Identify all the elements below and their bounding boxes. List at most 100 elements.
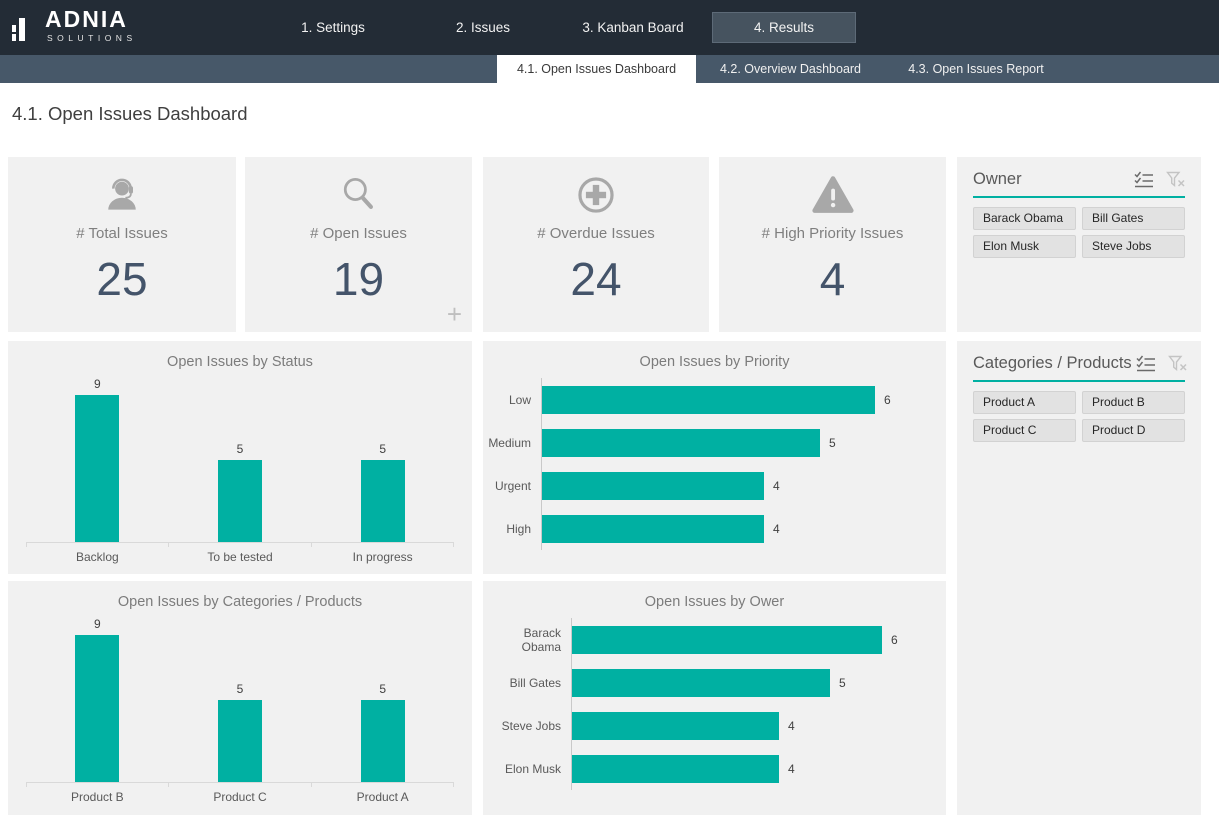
bar-value-label: 5 bbox=[839, 676, 846, 690]
category-label: Medium bbox=[483, 436, 541, 450]
slicer-button[interactable]: Barack Obama bbox=[973, 207, 1076, 230]
chart-row: Elon Musk 4 bbox=[483, 747, 946, 790]
kpi-card-high-priority-issues: # High Priority Issues 4 bbox=[719, 157, 946, 332]
kpi-label: # Overdue Issues bbox=[537, 225, 655, 242]
kpi-card-total-issues: # Total Issues 25 bbox=[8, 157, 236, 332]
slicer-categories-buttons: Product A Product B Product C Product D bbox=[973, 391, 1185, 442]
kpi-card-overdue-issues: # Overdue Issues 24 bbox=[483, 157, 709, 332]
adnia-logo: ADNIA SOLUTIONS bbox=[12, 7, 137, 43]
kpi-card-open-issues: # Open Issues 19 + bbox=[245, 157, 472, 332]
axis-tick bbox=[169, 783, 311, 787]
bar-track: 4 bbox=[571, 704, 946, 747]
chart-panel-owner: Open Issues by Ower Barack Obama6Bill Ga… bbox=[483, 581, 946, 815]
chart-row: Barack Obama6 bbox=[483, 618, 946, 661]
bar-track: 4 bbox=[541, 464, 946, 507]
chart-column: 5 bbox=[311, 682, 454, 782]
bar-chart-open-issues-by-owner: Barack Obama6Bill Gates5Steve Jobs4Elon … bbox=[483, 618, 946, 790]
chart-row: Urgent 4 bbox=[483, 464, 946, 507]
bar bbox=[542, 429, 820, 457]
bar bbox=[572, 626, 882, 654]
tab-open-issues-dashboard[interactable]: 4.1. Open Issues Dashboard bbox=[497, 55, 696, 83]
kpi-value: 19 bbox=[333, 252, 384, 306]
slicer-accent-line bbox=[973, 380, 1185, 382]
slicer-button[interactable]: Bill Gates bbox=[1082, 207, 1185, 230]
main-nav: 1. Settings 2. Issues 3. Kanban Board 4.… bbox=[258, 0, 860, 55]
axis-tick bbox=[312, 543, 454, 547]
bar bbox=[361, 700, 405, 782]
bar-value-label: 9 bbox=[94, 617, 101, 631]
category-label: Low bbox=[483, 393, 541, 407]
support-person-icon bbox=[100, 173, 144, 217]
bar-track: 6 bbox=[571, 618, 946, 661]
bar bbox=[572, 712, 779, 740]
axis-tick bbox=[26, 543, 169, 547]
plus-circle-icon bbox=[574, 173, 618, 217]
plot-area: 9 5 5 bbox=[26, 614, 454, 782]
column-chart-open-issues-by-status: 955BacklogTo be testedIn progress bbox=[8, 374, 472, 564]
bar-value-label: 6 bbox=[891, 633, 898, 647]
bar bbox=[218, 700, 262, 782]
nav-settings[interactable]: 1. Settings bbox=[258, 0, 408, 55]
multi-select-icon[interactable] bbox=[1136, 355, 1156, 372]
nav-issues[interactable]: 2. Issues bbox=[408, 0, 558, 55]
multi-select-icon[interactable] bbox=[1134, 171, 1154, 188]
plus-cursor-glyph: + bbox=[447, 299, 462, 330]
tab-open-issues-report[interactable]: 4.3. Open Issues Report bbox=[885, 55, 1067, 83]
category-labels: Product BProduct CProduct A bbox=[26, 790, 454, 804]
kpi-label: # Open Issues bbox=[310, 225, 407, 242]
category-label: High bbox=[483, 522, 541, 536]
magnifier-icon bbox=[337, 173, 381, 217]
slicer-button[interactable]: Product D bbox=[1082, 419, 1185, 442]
axis-ticks bbox=[26, 783, 454, 787]
clear-filter-icon[interactable] bbox=[1166, 171, 1185, 188]
slicer-button[interactable]: Steve Jobs bbox=[1082, 235, 1185, 258]
slicer-owner: Owner Barack ObamaBill GatesElon MuskSte… bbox=[957, 157, 1201, 332]
nav-kanban-board[interactable]: 3. Kanban Board bbox=[558, 0, 708, 55]
bar bbox=[75, 635, 119, 782]
tab-overview-dashboard[interactable]: 4.2. Overview Dashboard bbox=[696, 55, 885, 83]
chart-panel-status: Open Issues by Status 955BacklogTo be te… bbox=[8, 341, 472, 574]
clear-filter-icon[interactable] bbox=[1168, 355, 1187, 372]
bar-value-label: 4 bbox=[773, 522, 780, 536]
bar-value-label: 5 bbox=[379, 682, 386, 696]
category-label: Urgent bbox=[483, 479, 541, 493]
bar bbox=[75, 395, 119, 542]
slicer-button[interactable]: Product B bbox=[1082, 391, 1185, 414]
chart-title: Open Issues by Status bbox=[8, 354, 472, 370]
bar bbox=[542, 472, 764, 500]
bar-value-label: 4 bbox=[788, 719, 795, 733]
chart-column: 9 bbox=[26, 617, 169, 782]
category-label: In progress bbox=[311, 550, 454, 564]
category-label: Backlog bbox=[26, 550, 169, 564]
bar bbox=[542, 386, 875, 414]
sub-navigation-bar: 4.1. Open Issues Dashboard 4.2. Overview… bbox=[0, 55, 1219, 83]
column-chart-open-issues-by-categories: 9 5 5 Product BProduct CProduct A bbox=[8, 614, 472, 804]
bar-value-label: 4 bbox=[788, 762, 795, 776]
kpi-value: 24 bbox=[570, 252, 621, 306]
bar-value-label: 5 bbox=[829, 436, 836, 450]
bar-value-label: 5 bbox=[379, 442, 386, 456]
bar-value-label: 4 bbox=[773, 479, 780, 493]
bar bbox=[218, 460, 262, 542]
slicer-button[interactable]: Product C bbox=[973, 419, 1076, 442]
bar-track: 5 bbox=[571, 661, 946, 704]
bar-track: 4 bbox=[541, 507, 946, 550]
chart-column: 5 bbox=[169, 682, 312, 782]
slicer-button[interactable]: Product A bbox=[973, 391, 1076, 414]
chart-title: Open Issues by Ower bbox=[483, 594, 946, 610]
sub-tabs: 4.1. Open Issues Dashboard 4.2. Overview… bbox=[497, 55, 1067, 83]
axis-ticks bbox=[26, 543, 454, 547]
nav-results[interactable]: 4. Results bbox=[712, 12, 856, 43]
category-label: Product C bbox=[169, 790, 312, 804]
chart-panel-categories-products: Open Issues by Categories / Products 955… bbox=[8, 581, 472, 815]
kpi-label: # Total Issues bbox=[76, 225, 167, 242]
bar-track: 6 bbox=[541, 378, 946, 421]
bar-track: 5 bbox=[541, 421, 946, 464]
slicer-button[interactable]: Elon Musk bbox=[973, 235, 1076, 258]
chart-row: Low6 bbox=[483, 378, 946, 421]
category-label: To be tested bbox=[169, 550, 312, 564]
chart-column: 9 bbox=[26, 377, 169, 542]
slicer-categories-products: Categories / Products Product AProduct B… bbox=[957, 341, 1201, 815]
category-label: Elon Musk bbox=[483, 762, 571, 776]
axis-tick bbox=[169, 543, 311, 547]
